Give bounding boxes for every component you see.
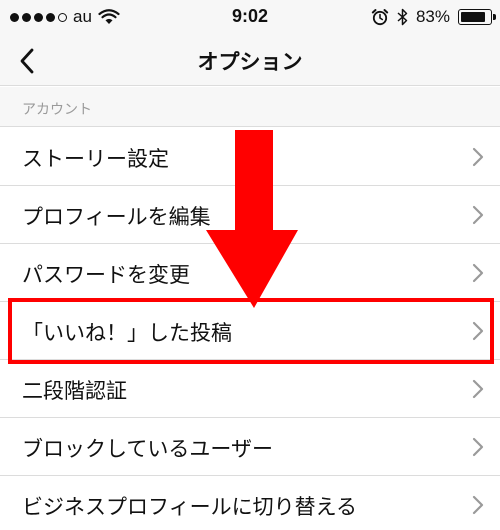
menu-item-label: ビジネスプロフィールに切り替える xyxy=(22,495,357,519)
section-header-account: アカウント xyxy=(0,87,500,127)
chevron-right-icon xyxy=(472,147,484,167)
menu-item-label: ブロックしているユーザー xyxy=(22,437,273,461)
menu-item-label: 「いいね！」した投稿 xyxy=(22,321,232,345)
options-menu-list: ストーリー設定 プロフィールを編集 パスワードを変更 「いいね！」した投稿 二段… xyxy=(0,128,500,530)
section-header-label: アカウント xyxy=(22,102,92,118)
status-right: 83% xyxy=(371,6,496,28)
menu-item-label: プロフィールを編集 xyxy=(22,205,211,229)
bluetooth-icon xyxy=(397,8,408,26)
menu-item-edit-profile[interactable]: プロフィールを編集 xyxy=(0,186,500,244)
alarm-icon xyxy=(371,9,389,26)
chevron-right-icon xyxy=(472,495,484,515)
menu-item-label: 二段階認証 xyxy=(22,379,127,403)
chevron-right-icon xyxy=(472,205,484,225)
menu-item-switch-business-profile[interactable]: ビジネスプロフィールに切り替える xyxy=(0,476,500,530)
menu-item-label: ストーリー設定 xyxy=(22,147,169,171)
menu-item-two-factor-auth[interactable]: 二段階認証 xyxy=(0,360,500,418)
menu-item-change-password[interactable]: パスワードを変更 xyxy=(0,244,500,302)
chevron-right-icon xyxy=(472,321,484,341)
chevron-right-icon xyxy=(472,263,484,283)
menu-item-liked-posts[interactable]: 「いいね！」した投稿 xyxy=(0,302,500,360)
battery-percentage: 83% xyxy=(415,7,450,26)
battery-icon xyxy=(458,9,496,25)
navigation-bar: オプション xyxy=(0,36,500,86)
chevron-right-icon xyxy=(472,437,484,457)
menu-item-blocked-users[interactable]: ブロックしているユーザー xyxy=(0,418,500,476)
chevron-right-icon xyxy=(472,379,484,399)
menu-item-label: パスワードを変更 xyxy=(22,263,190,287)
menu-item-story-settings[interactable]: ストーリー設定 xyxy=(0,128,500,186)
page-title: オプション xyxy=(197,50,303,74)
status-bar: au 9:02 83% xyxy=(0,0,500,36)
